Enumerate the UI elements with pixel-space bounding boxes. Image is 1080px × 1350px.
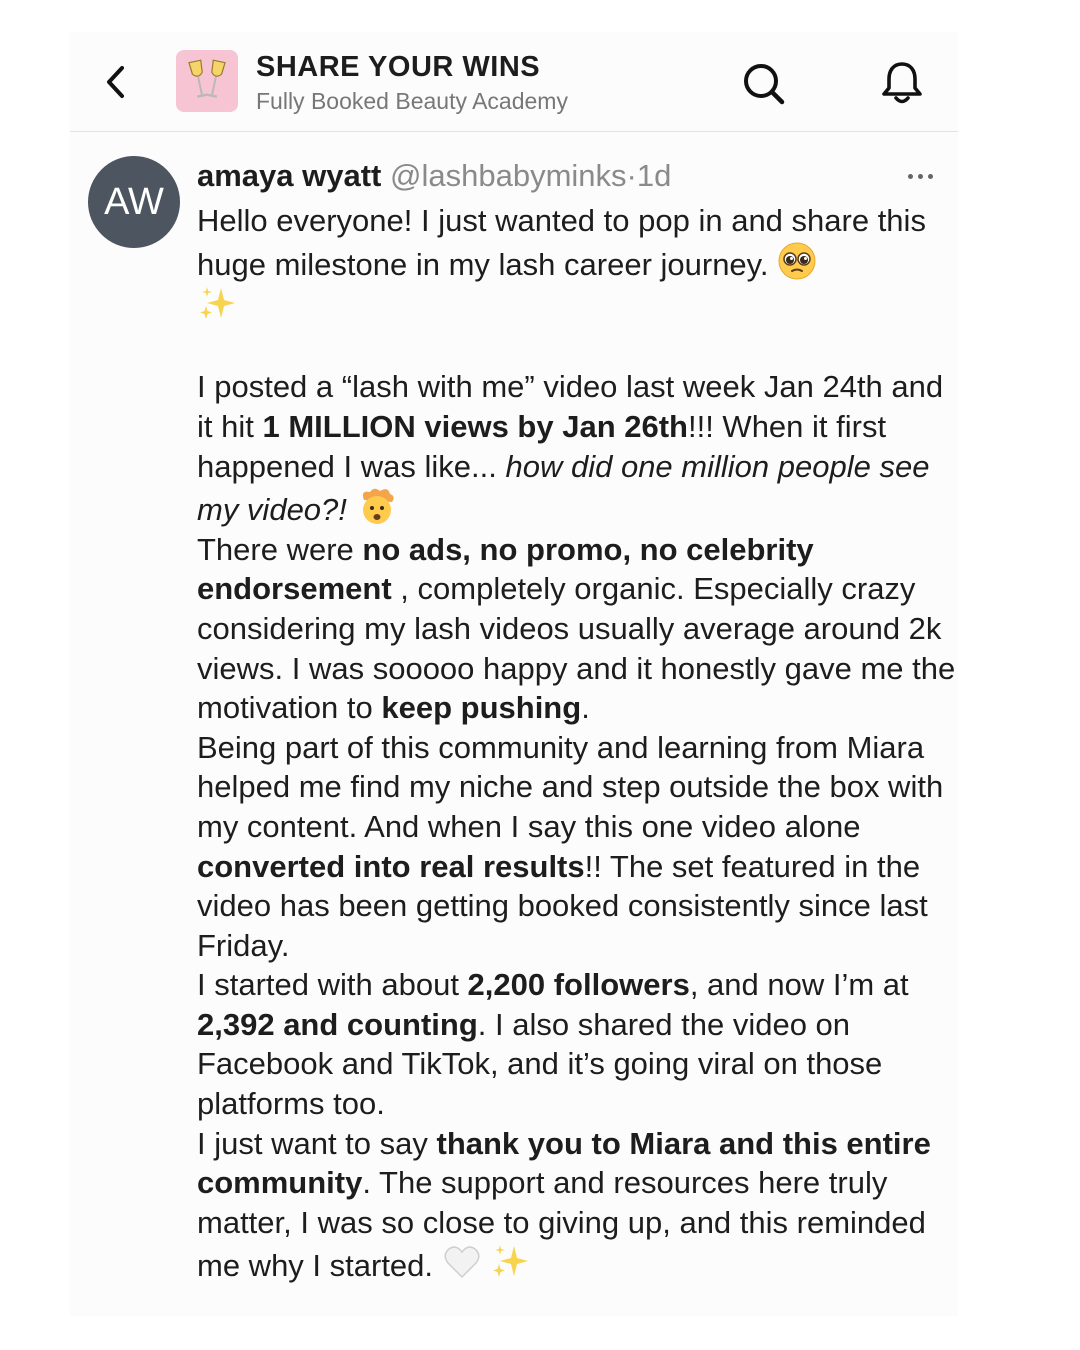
paragraph-thanks: I just want to say thank you to Miara an… [197, 1124, 957, 1286]
paragraph-views: I posted a “lash with me” video last wee… [197, 367, 957, 529]
paragraph-text: . [581, 690, 590, 726]
more-horizontal-icon [907, 173, 913, 179]
exploding-head-icon [362, 488, 394, 525]
bold-text: converted into real results [197, 848, 585, 884]
paragraph-intro: Hello everyone! I just wanted to pop in … [197, 201, 957, 328]
search-button[interactable] [740, 60, 788, 108]
paragraph-text: I started with about [197, 967, 468, 1003]
post-time: 1d [636, 158, 672, 193]
meta-separator: · [626, 158, 637, 193]
post-card: SHARE YOUR WINS Fully Booked Beauty Acad… [70, 32, 958, 1316]
bold-text: keep pushing [381, 690, 582, 726]
more-dot [927, 173, 933, 179]
paragraph-organic: There were no ads, no promo, no celebrit… [197, 530, 957, 728]
bell-icon [882, 62, 922, 104]
paragraph-text: Being part of this community and learnin… [197, 729, 944, 844]
champagne-glasses-icon [188, 59, 226, 98]
paragraph-text: , and now I’m at [689, 967, 909, 1003]
paragraph-followers: I started with about 2,200 followers, an… [197, 965, 957, 1123]
author-handle[interactable]: @lashbabyminks [390, 158, 627, 193]
notifications-button[interactable] [878, 58, 926, 108]
author-name[interactable]: amaya wyatt [197, 158, 381, 193]
bold-text: 1 MILLION views by Jan 26th [262, 408, 688, 444]
paragraph-text: There were [197, 531, 363, 567]
white-heart-icon [444, 1246, 480, 1279]
post-meta: amaya wyatt @lashbabyminks·1d [197, 156, 671, 196]
more-dot [917, 173, 923, 179]
space-titles: SHARE YOUR WINS Fully Booked Beauty Acad… [256, 50, 568, 116]
sparkles-icon [493, 1245, 529, 1278]
pleading-face-icon [778, 242, 816, 280]
bold-text: 2,200 followers [467, 967, 690, 1003]
back-button[interactable] [100, 62, 130, 102]
space-header: SHARE YOUR WINS Fully Booked Beauty Acad… [70, 32, 958, 132]
space-title[interactable]: SHARE YOUR WINS [256, 50, 568, 84]
bold-text: 2,392 and counting [197, 1006, 478, 1042]
avatar-initials: AW [104, 180, 164, 223]
space-subtitle[interactable]: Fully Booked Beauty Academy [256, 86, 568, 116]
sparkles-icon [200, 287, 235, 320]
paragraph-text: I just want to say [197, 1125, 437, 1161]
chevron-left-icon [107, 66, 124, 98]
paragraph-community: Being part of this community and learnin… [197, 728, 957, 966]
post-body: Hello everyone! I just wanted to pop in … [197, 201, 957, 1286]
more-options-button[interactable] [900, 164, 940, 188]
space-icon [176, 50, 238, 112]
search-icon [744, 64, 785, 105]
avatar[interactable]: AW [88, 156, 180, 248]
